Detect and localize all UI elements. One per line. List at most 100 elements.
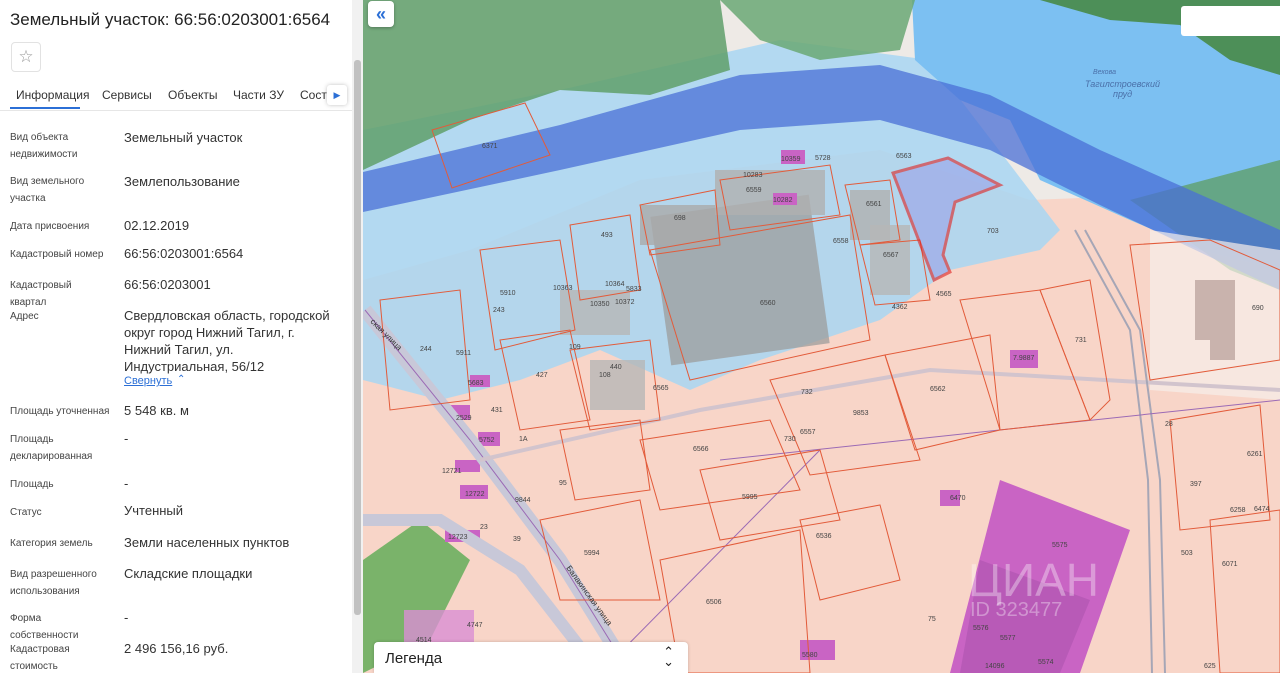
parcel-label: 95: [559, 480, 567, 487]
parcel-label: 6071: [1222, 561, 1238, 568]
parcel-label: 6536: [816, 533, 832, 540]
legend-panel[interactable]: Легенда ⌃ ⌄: [374, 642, 688, 673]
field-label-address: Адрес: [10, 311, 39, 322]
tab-information[interactable]: Информация: [16, 88, 89, 102]
field-value-ownership: -: [124, 610, 129, 625]
parcel-label: 10372: [615, 299, 635, 306]
parcel-label: 6561: [866, 201, 882, 208]
parcel-label: 5911: [456, 350, 471, 357]
parcel-label: 10283: [743, 172, 763, 179]
parcel-label: 6261: [1247, 451, 1263, 458]
field-value-area-refined: 5 548 кв. м: [124, 403, 189, 418]
parcel-label: 730: [784, 436, 796, 443]
building-698: [640, 205, 715, 245]
field-value-parcel-type: Землепользование: [124, 174, 240, 189]
field-value-status: Учтенный: [124, 503, 184, 518]
parcel-label: 6470: [950, 495, 966, 502]
parcel-label: 10350: [590, 301, 610, 308]
tab-bar: Информация Сервисы Объекты Части ЗУ Сост…: [0, 80, 352, 111]
parcel-label: 2529: [456, 415, 472, 422]
field-value-object-type: Земельный участок: [124, 130, 243, 145]
parcel-label: 6563: [896, 153, 912, 160]
parcel-label: 10359: [781, 156, 801, 163]
field-label-area-declared: Площадь декларированная: [10, 434, 93, 462]
parcel-label: 10282: [773, 197, 793, 204]
tab-services[interactable]: Сервисы: [102, 88, 152, 102]
parcel-label: 6557: [800, 429, 816, 436]
parcel-label: 5683: [468, 380, 484, 387]
parcel-label: 5833: [626, 286, 642, 293]
map-search-input[interactable]: [1181, 6, 1280, 36]
parcel-label: 6506: [706, 599, 722, 606]
parcel-label: 12721: [442, 468, 462, 475]
watermark-id: ID 323477: [970, 599, 1062, 621]
field-label-permitted-use: Вид разрешенного использования: [10, 569, 97, 597]
parcel-label: 690: [1252, 305, 1264, 312]
parcel-label: 10363: [553, 285, 573, 292]
parcel-label: 9844: [515, 497, 531, 504]
parcel-label: 23: [480, 524, 488, 531]
parcel-label: 4565: [936, 291, 952, 298]
parcel-label: 5752: [479, 437, 495, 444]
field-label-cadastral-number: Кадастровый номер: [10, 249, 104, 260]
water-label: Тагилстроевский: [1085, 79, 1160, 89]
parcel-label: 5576: [973, 625, 989, 632]
parcel-label: 503: [1181, 550, 1193, 557]
field-label-assign-date: Дата присвоения: [10, 221, 90, 232]
field-label-cadastral-value: Кадастровая стоимость: [10, 644, 70, 672]
tabs-scroll-right-icon[interactable]: ▶: [327, 85, 347, 105]
parcel-label: 109: [569, 344, 581, 351]
parcel-label: 427: [536, 372, 548, 379]
parcel-label: 243: [493, 307, 505, 314]
field-label-ownership: Форма собственности: [10, 613, 79, 641]
favorite-star-icon[interactable]: ☆: [11, 42, 41, 72]
parcel-label: 6567: [883, 252, 899, 259]
parcel-label: 440: [610, 364, 622, 371]
parcel-label: 6474: [1254, 506, 1270, 513]
tab-parts[interactable]: Части ЗУ: [233, 88, 284, 102]
parcel-label: 75: [928, 616, 936, 623]
field-label-cadastral-quarter: Кадастровый квартал: [10, 280, 72, 308]
parcel-label: 28: [1165, 421, 1173, 428]
parcel-label: 10364: [605, 281, 625, 288]
field-label-area-refined: Площадь уточненная: [10, 406, 110, 417]
info-panel: Земельный участок: 66:56:0203001:6564 ☆ …: [0, 0, 352, 673]
parcel-label: 14096: [985, 663, 1005, 670]
panel-scrollbar-thumb[interactable]: [354, 60, 361, 615]
parcel-label: 1А: [519, 436, 528, 443]
parcel-label: 5575: [1052, 542, 1068, 549]
parcel-label: 397: [1190, 481, 1202, 488]
field-label-land-category: Категория земель: [10, 538, 93, 549]
cadastral-map[interactable]: 6371 10359 5728 6563 10283 6559 10282 69…: [363, 0, 1280, 673]
field-value-land-category: Земли населенных пунктов: [124, 535, 290, 550]
parcel-label: 6562: [930, 386, 946, 393]
parcel-label: 12723: [448, 534, 468, 541]
parcel-label: 6258: [1230, 507, 1246, 514]
building-6559: [715, 170, 825, 215]
parcel-label: 625: [1204, 663, 1216, 670]
building-690b: [1210, 320, 1235, 360]
water-label: пруд: [1113, 89, 1132, 99]
active-tab-indicator: [10, 107, 80, 109]
parcel-label: 7.9887: [1013, 355, 1035, 362]
parcel-label: 731: [1075, 337, 1087, 344]
parcel-label: 5995: [742, 494, 758, 501]
field-label-status: Статус: [10, 507, 42, 518]
legend-label: Легенда: [385, 650, 443, 667]
chevron-expand-icon[interactable]: ⌃ ⌄: [663, 645, 674, 668]
field-value-permitted-use: Складские площадки: [124, 566, 253, 581]
tab-objects[interactable]: Объекты: [168, 88, 218, 102]
address-collapse-link[interactable]: Свернуть: [124, 375, 172, 387]
field-value-address: Свердловская область, городской округ го…: [124, 308, 330, 374]
collapse-panel-button[interactable]: «: [368, 1, 394, 27]
field-value-cadastral-number: 66:56:0203001:6564: [124, 246, 244, 261]
parcel-label: 703: [987, 228, 999, 235]
field-label-area: Площадь: [10, 479, 54, 490]
chevron-up-icon[interactable]: ⌃: [177, 374, 185, 385]
field-value-area-declared: -: [124, 431, 129, 446]
parcel-label: 108: [599, 372, 611, 379]
field-label-object-type: Вид объекта недвижимости: [10, 132, 78, 160]
field-value-area: -: [124, 476, 129, 491]
parcel-label: 5577: [1000, 635, 1016, 642]
parcel-label: 5910: [500, 290, 516, 297]
